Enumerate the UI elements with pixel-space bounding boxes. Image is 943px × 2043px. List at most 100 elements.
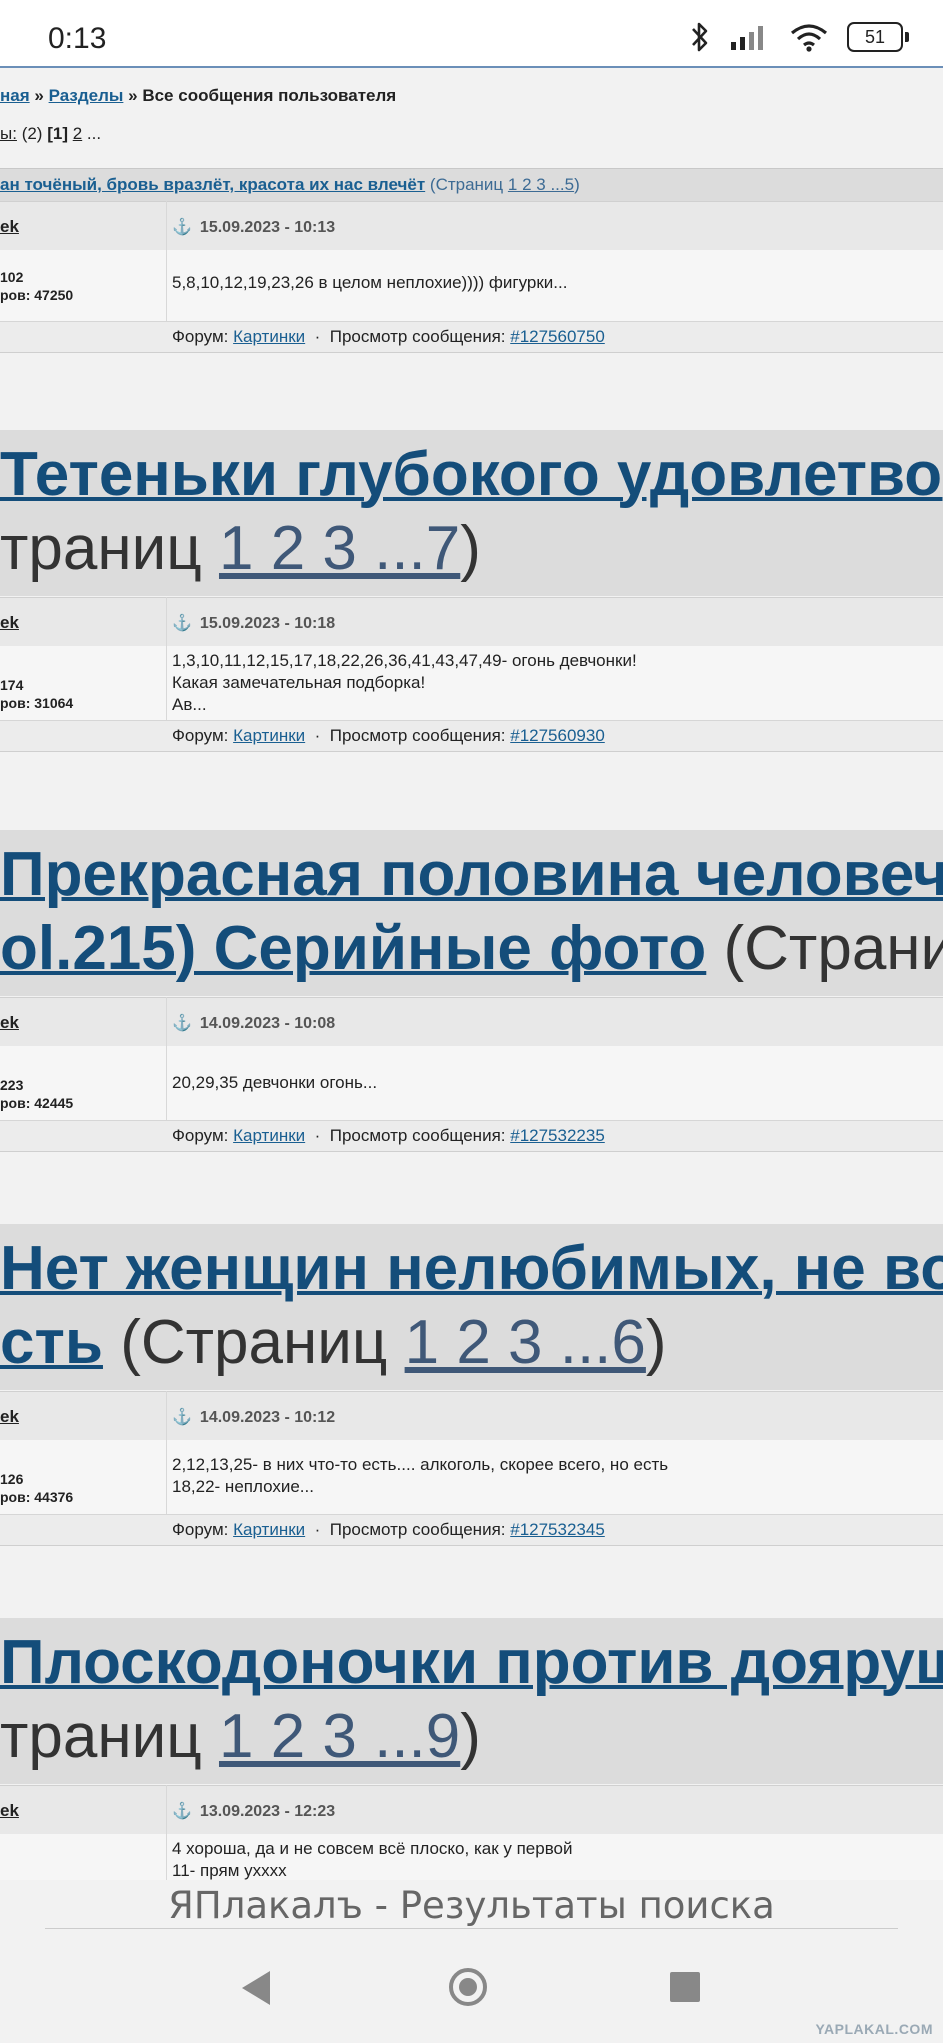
post-date-text: 14.09.2023 - 10:12 [199, 1409, 336, 1426]
column-divider [166, 1391, 167, 1514]
topic-title-link-continued[interactable]: ol.215) Серийные фото [0, 914, 706, 983]
anchor-icon[interactable]: ⚓ [172, 1409, 192, 1426]
topic-pages-link[interactable]: 1 2 3 ...7 [219, 514, 460, 583]
post-header: ek ⚓ 15.09.2023 - 10:13 [0, 201, 943, 250]
post-text: 5,8,10,12,19,23,26 в целом неплохие)))) … [172, 273, 568, 292]
column-divider [166, 1785, 167, 1880]
topic-title-link[interactable]: Прекрасная половина человече [0, 840, 943, 909]
stat-label: ров: [0, 695, 31, 711]
status-bar: 0:13 51 [0, 0, 943, 68]
browser-page-title: ЯПлакалъ - Результаты поиска [0, 1880, 943, 1930]
post-text: 20,29,35 девчонки огонь... [172, 1073, 378, 1092]
post-author-link[interactable]: ek [0, 1407, 19, 1427]
topic-pages-prefix: (Страниц [120, 1308, 388, 1377]
column-divider [166, 597, 167, 720]
anchor-icon[interactable]: ⚓ [172, 1803, 192, 1820]
pagination-count: (2) [21, 124, 43, 143]
message-link[interactable]: #127560930 [510, 726, 605, 745]
post-footer: Форум: Картинки · Просмотр сообщения: #1… [0, 321, 943, 353]
message-link[interactable]: #127560750 [510, 327, 605, 346]
breadcrumb-separator: » [34, 86, 44, 105]
topic-pages-suffix: ) [460, 1702, 481, 1771]
title-underline [45, 1928, 898, 1929]
breadcrumb: ная » Разделы » Все сообщения пользовате… [0, 86, 396, 106]
breadcrumb-sections-link[interactable]: Разделы [49, 86, 124, 105]
topic-title-link[interactable]: Плоскодоночки против доярущ [0, 1628, 943, 1697]
column-divider [166, 201, 167, 321]
topic-pages-suffix: ) [645, 1308, 667, 1377]
view-message-label: Просмотр сообщения: [329, 1126, 506, 1145]
topic-pages-link[interactable]: 1 2 3 ...6 [405, 1308, 646, 1377]
forum-link[interactable]: Картинки [233, 1520, 305, 1539]
post-author-stats: 223 ров: 42445 [0, 1076, 73, 1112]
anchor-icon[interactable]: ⚓ [172, 1015, 192, 1032]
breadcrumb-separator: » [128, 86, 138, 105]
page-title: ЯПлакалъ - Результаты поиска [168, 1884, 775, 1927]
breadcrumb-home-link[interactable]: ная [0, 86, 30, 105]
anchor-icon[interactable]: ⚓ [172, 219, 192, 236]
post-count: 102 [0, 269, 24, 285]
topic-title-link[interactable]: Нет женщин нелюбимых, не во [0, 1234, 943, 1303]
post-header: ek ⚓ 14.09.2023 - 10:08 [0, 997, 943, 1046]
post-date-text: 14.09.2023 - 10:08 [199, 1015, 336, 1032]
post-text: 2,12,13,25- в них что-то есть.... алкого… [172, 1455, 669, 1496]
post-text: 1,3,10,11,12,15,17,18,22,26,36,41,43,47,… [172, 651, 637, 714]
post-author-link[interactable]: ek [0, 1801, 19, 1821]
view-message-label: Просмотр сообщения: [329, 327, 506, 346]
message-link[interactable]: #127532345 [510, 1520, 605, 1539]
post-count: 223 [0, 1077, 24, 1093]
stat-label: ров: [0, 1489, 31, 1505]
post-header: ek ⚓ 15.09.2023 - 10:18 [0, 597, 943, 646]
topic-header: ан точёный, бровь вразлёт, красота их на… [0, 168, 943, 201]
post-author-stats: 174 ров: 31064 [0, 676, 73, 712]
post-body: 174 ров: 31064 1,3,10,11,12,15,17,18,22,… [0, 646, 943, 720]
topic-pages-link[interactable]: 1 2 3 ...5 [508, 175, 574, 194]
post-date-text: 15.09.2023 - 10:13 [199, 219, 336, 236]
wifi-icon [790, 24, 828, 52]
post: ek ⚓ 14.09.2023 - 10:08 223 ров: 42445 20… [0, 997, 943, 1219]
rep-count: 31064 [34, 695, 74, 711]
topic-title-link[interactable]: ан точёный, бровь вразлёт, красота их на… [0, 175, 425, 194]
post-date-text: 15.09.2023 - 10:18 [199, 615, 336, 632]
post-footer: Форум: Картинки · Просмотр сообщения: #1… [0, 1120, 943, 1152]
post: ek ⚓ 15.09.2023 - 10:18 174 ров: 31064 1,… [0, 597, 943, 819]
topic-pages: (Страниц 1 2 3 ...5) [430, 175, 580, 194]
forum-link[interactable]: Картинки [233, 1126, 305, 1145]
post-author-link[interactable]: ek [0, 613, 19, 633]
topic-header: Нет женщин нелюбимых, не во сть (Страниц… [0, 1224, 943, 1390]
post-body: 4 хороша, да и не совсем всё плоско, как… [0, 1834, 943, 1880]
post-body: 223 ров: 42445 20,29,35 девчонки огонь..… [0, 1046, 943, 1120]
post-header: ek ⚓ 13.09.2023 - 12:23 [0, 1785, 943, 1834]
post-author-stats: 102 ров: 47250 [0, 268, 73, 304]
topic-pages-link[interactable]: 1 2 3 ...9 [219, 1702, 460, 1771]
forum-link[interactable]: Картинки [233, 726, 305, 745]
topic-pages-prefix: (Страни [723, 914, 943, 983]
recent-apps-icon[interactable] [670, 1972, 700, 2002]
rep-count: 47250 [34, 287, 74, 303]
pagination-next-link[interactable]: 2 [73, 124, 82, 143]
topic-title-link-continued[interactable]: сть [0, 1308, 103, 1377]
signal-icon [731, 26, 763, 50]
back-icon[interactable] [242, 1971, 270, 2005]
forum-link[interactable]: Картинки [233, 327, 305, 346]
post-author-link[interactable]: ek [0, 217, 19, 237]
rep-count: 44376 [34, 1489, 74, 1505]
forum-label: Форум: [172, 1126, 229, 1145]
footer-dot: · [314, 1126, 321, 1145]
message-link[interactable]: #127532235 [510, 1126, 605, 1145]
topic-header: Прекрасная половина человече ol.215) Сер… [0, 830, 943, 996]
anchor-icon[interactable]: ⚓ [172, 615, 192, 632]
bluetooth-icon [692, 22, 708, 52]
forum-label: Форум: [172, 327, 229, 346]
footer-dot: · [314, 327, 321, 346]
home-icon[interactable] [449, 1968, 487, 2006]
post: ek ⚓ 14.09.2023 - 10:12 126 ров: 44376 2,… [0, 1391, 943, 1613]
post-author-link[interactable]: ek [0, 1013, 19, 1033]
topic-pages-prefix: (Страниц [429, 175, 504, 194]
forum-label: Форум: [172, 726, 229, 745]
topic-title-link[interactable]: Тетеньки глубокого удовлетвор [0, 440, 943, 509]
clock: 0:13 [48, 22, 107, 55]
navigation-bar: YAPLAKAL.COM [0, 1931, 943, 2043]
pagination-label: ы: [0, 124, 17, 143]
topic-pages-prefix: траниц [0, 514, 202, 583]
